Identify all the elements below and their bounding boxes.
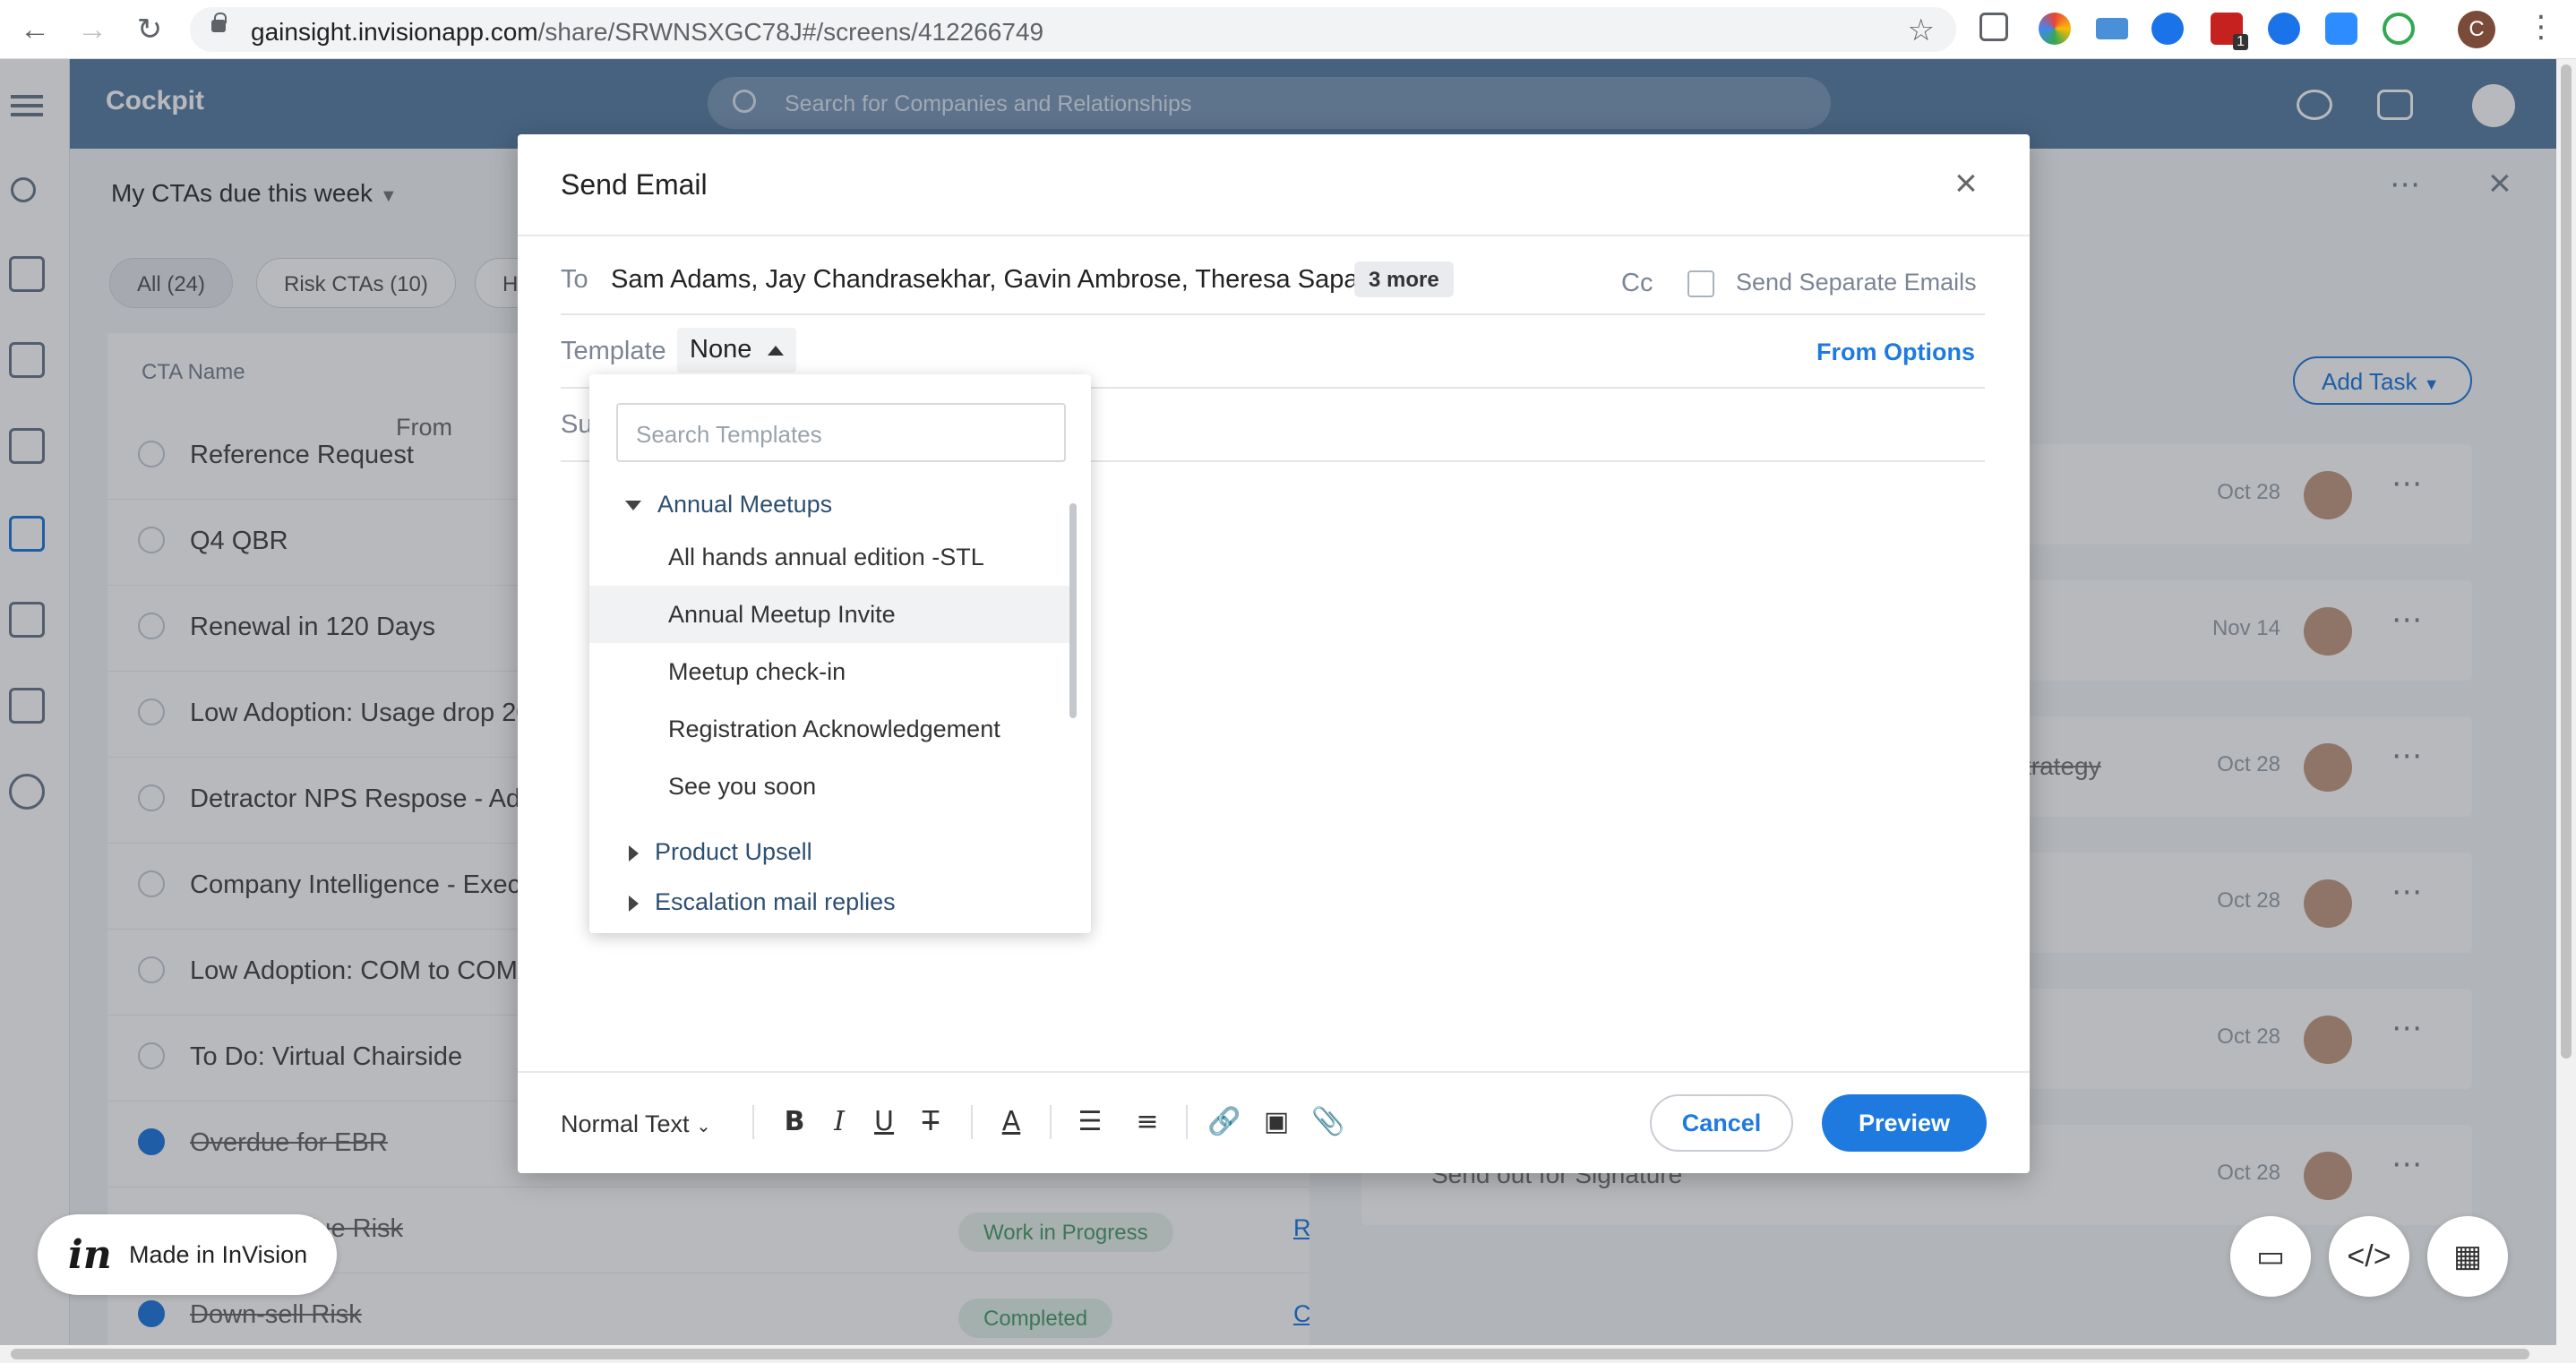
url-text: gainsight.invisionapp.com/share/SRWNSXGC… (251, 18, 1043, 47)
chevron-down-icon: ⌄ (696, 1117, 711, 1136)
group-label: Escalation mail replies (655, 888, 896, 915)
caret-right-icon (629, 844, 639, 862)
bullet-list-icon[interactable]: ☰ (1071, 1103, 1109, 1141)
divider (971, 1105, 973, 1139)
back-icon[interactable]: ← (16, 11, 54, 48)
template-value: None (690, 335, 752, 364)
group-label: Annual Meetups (657, 491, 833, 518)
divider (1186, 1105, 1188, 1139)
bold-icon[interactable]: B (776, 1103, 813, 1141)
to-label: To (561, 265, 588, 294)
lock-icon (211, 13, 227, 32)
adblock-icon[interactable]: 1 (2211, 13, 2248, 50)
divider (752, 1105, 754, 1139)
caret-down-icon (625, 501, 641, 511)
group-label: Product Upsell (655, 838, 812, 865)
text-style-value: Normal Text (561, 1110, 690, 1137)
send-separate-checkbox[interactable] (1687, 270, 1714, 297)
from-ghost-label: From (396, 414, 452, 441)
template-item[interactable]: Registration Acknowledgement (589, 700, 1073, 758)
address-bar[interactable]: gainsight.invisionapp.com/share/SRWNSXGC… (190, 7, 1956, 52)
link-icon[interactable]: 🔗 (1206, 1103, 1243, 1141)
image-icon[interactable]: ▣ (1258, 1103, 1295, 1141)
forward-icon[interactable]: → (73, 11, 111, 48)
to-recipients[interactable]: Sam Adams, Jay Chandrasekhar, Gavin Ambr… (611, 265, 1381, 295)
invision-label: Made in InVision (129, 1241, 308, 1268)
scrollbar-thumb[interactable] (11, 1349, 2529, 1359)
divider (518, 235, 2030, 236)
url-path: /share/SRWNSXGC78J#/screens/412266749 (537, 18, 1044, 46)
search-templates-placeholder: Search Templates (636, 421, 822, 448)
template-item-highlighted[interactable]: Annual Meetup Invite (589, 586, 1073, 643)
text-color-icon[interactable]: A (992, 1103, 1030, 1141)
extension-icon[interactable] (2096, 18, 2128, 39)
reload-icon[interactable]: ↻ (131, 11, 168, 48)
caret-right-icon (629, 895, 639, 912)
template-dropdown: Search Templates Annual Meetups All hand… (589, 374, 1091, 933)
scrollbar-thumb[interactable] (2561, 64, 2572, 1059)
vertical-scrollbar[interactable] (2556, 59, 2576, 1345)
search-templates-input[interactable]: Search Templates (616, 403, 1066, 462)
italic-icon[interactable]: I (820, 1103, 858, 1141)
template-item[interactable]: See you soon (589, 758, 1073, 815)
divider (561, 313, 1985, 315)
url-host: gainsight.invisionapp.com (251, 18, 538, 46)
invision-logo: in (68, 1232, 112, 1278)
browser-toolbar: ← → ↻ gainsight.invisionapp.com/share/SR… (0, 0, 2576, 59)
text-style-select[interactable]: Normal Text ⌄ (561, 1110, 711, 1138)
strikethrough-icon[interactable]: T (912, 1103, 949, 1141)
code-icon[interactable]: </> (2329, 1216, 2409, 1297)
horizontal-scrollbar[interactable] (0, 1345, 2576, 1363)
cc-button[interactable]: Cc (1621, 269, 1653, 298)
template-label: Template (561, 337, 666, 365)
from-options-link[interactable]: From Options (1816, 339, 1975, 366)
template-group-annual-meetups[interactable]: Annual Meetups (625, 491, 832, 519)
extension-icon[interactable] (2268, 13, 2300, 45)
caret-up-icon (768, 345, 785, 356)
close-icon[interactable]: × (1944, 161, 1988, 206)
grid-icon[interactable]: ▦ (2427, 1216, 2508, 1297)
bookmark-star-icon[interactable]: ☆ (1908, 13, 1935, 48)
preview-button[interactable]: Preview (1822, 1094, 1987, 1152)
extension-icon[interactable] (2151, 13, 2184, 45)
cancel-button[interactable]: Cancel (1650, 1094, 1793, 1152)
made-in-invision-badge[interactable]: in Made in InVision (38, 1214, 337, 1295)
template-group-escalation[interactable]: Escalation mail replies (625, 888, 896, 916)
dropdown-scrollbar[interactable] (1069, 503, 1077, 718)
dialog-title: Send Email (561, 168, 708, 201)
template-group-product-upsell[interactable]: Product Upsell (625, 838, 812, 866)
extension-badge: 1 (2233, 34, 2248, 50)
divider (518, 1071, 2030, 1073)
divider (1050, 1105, 1052, 1139)
extension-icon[interactable] (2383, 13, 2415, 45)
template-select[interactable]: None (677, 328, 797, 373)
subject-label: Su (561, 410, 593, 439)
profile-avatar[interactable]: C (2458, 11, 2495, 48)
underline-icon[interactable]: U (865, 1103, 903, 1141)
more-recipients-chip[interactable]: 3 more (1354, 261, 1454, 297)
template-item[interactable]: All hands annual edition -STL (589, 528, 1073, 586)
send-separate-label: Send Separate Emails (1736, 269, 1977, 296)
comment-icon[interactable]: ▭ (2230, 1216, 2311, 1297)
template-item[interactable]: Meetup check-in (589, 643, 1073, 700)
attachment-icon[interactable]: 📎 (1309, 1103, 1347, 1141)
zoom-extension-icon[interactable] (2325, 13, 2357, 45)
numbered-list-icon[interactable]: ≡ (1129, 1103, 1166, 1141)
browser-menu-icon[interactable]: ⋮ (2526, 9, 2556, 45)
extension-icon[interactable] (1979, 13, 2008, 41)
extension-icon[interactable] (2039, 13, 2071, 45)
